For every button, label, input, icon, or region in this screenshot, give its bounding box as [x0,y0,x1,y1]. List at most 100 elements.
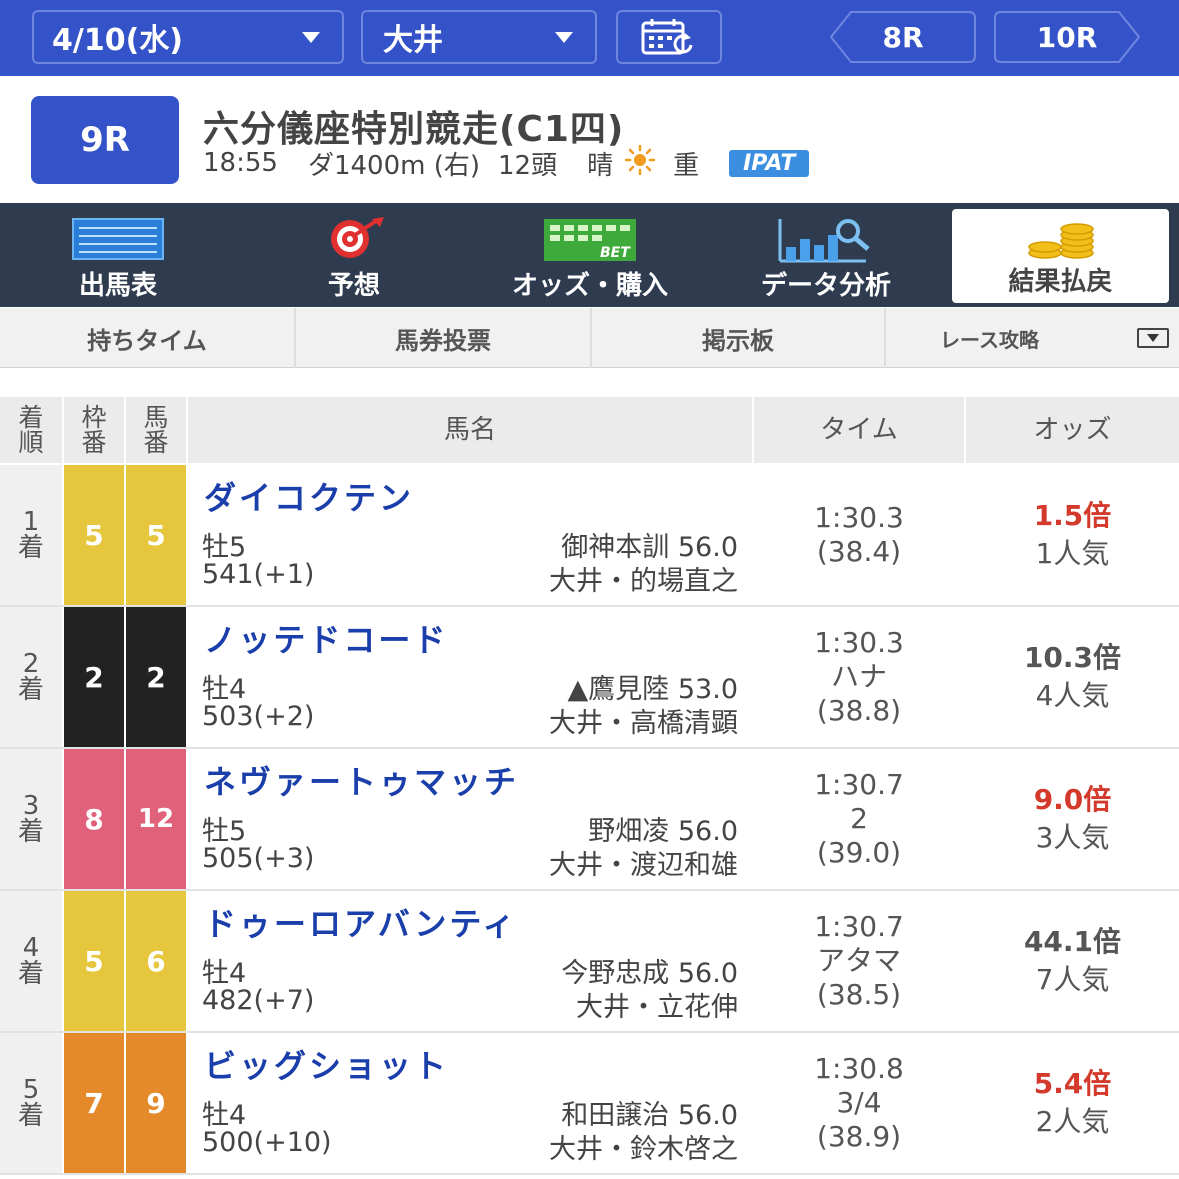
venue-value: 大井 [383,23,443,58]
rank-suffix: 着 [17,817,44,847]
header-uma-1: 馬 [143,403,169,432]
odds-cell: 5.4倍 2人気 [966,1033,1179,1173]
trainer: 大井・鈴木啓之 [549,1134,738,1165]
horse-cell: ドゥーロアバンティ 牡4 482(+7) 今野忠成 56.0 大井・立花伸 [188,891,752,1031]
finish-time: 1:30.7 [814,768,904,801]
finish-time: 1:30.7 [814,910,904,943]
target-icon [331,217,384,258]
time-cell: 1:30.3 ハナ (38.8) [754,607,964,747]
next-race-button[interactable]: 10R [993,10,1141,64]
time-cell: 1:30.3 (38.4) [754,465,964,605]
date-value: 4/10(水) [52,23,184,58]
svg-text:BET: BET [600,245,631,261]
nav-entry-table[interactable]: 出馬表 [0,203,236,307]
calendar-button[interactable] [616,10,722,64]
header-rank-2: 順 [18,428,44,457]
header-waku: 枠番 [64,397,124,463]
table-header: 着順 枠番 馬番 馬名 タイム オッズ [0,397,1179,463]
horse-cell: ノッテドコード 牡4 503(+2) ▲鷹見陸 53.0 大井・高橋清顕 [188,607,752,747]
last-3f: (38.8) [816,694,902,727]
sub-tabs: 持ちタイム 馬券投票 掲示板 レース攻略 [0,308,1179,368]
nav-label: 予想 [327,271,380,301]
popularity: 1人気 [1035,537,1110,570]
horse-name-link[interactable]: ドゥーロアバンティ [204,899,517,945]
tab-race-strategy[interactable]: レース攻略 [886,308,1179,368]
horse-name-link[interactable]: ネヴァートゥマッチ [204,757,519,803]
horse-number: 9 [126,1033,186,1173]
margin: アタマ [816,944,901,977]
table-row[interactable]: 2 着 2 2 ノッテドコード 牡4 503(+2) ▲鷹見陸 53.0 大井・… [0,607,1179,747]
horse-number: 12 [126,749,186,889]
venue-select[interactable]: 大井 [361,10,597,64]
win-odds: 44.1倍 [1023,925,1122,958]
rank-suffix: 着 [17,1101,44,1131]
rank-number: 1 [22,507,40,537]
rank-cell: 1 着 [0,465,62,605]
popularity: 4人気 [1035,679,1110,712]
prev-race-label: 8R [882,20,924,54]
horse-number: 2 [126,607,186,747]
table-row[interactable]: 5 着 7 9 ビッグショット 牡4 500(+10) 和田譲治 56.0 大井… [0,1033,1179,1173]
horse-name-link[interactable]: ノッテドコード [204,615,448,661]
header-waku-1: 枠 [81,403,107,432]
waku-number: 2 [64,607,124,747]
rank-number: 5 [22,1075,40,1105]
header-waku-2: 番 [81,428,107,457]
waku-number: 8 [64,749,124,889]
header-rank: 着順 [0,397,62,463]
tab-bulletin-board[interactable]: 掲示板 [592,308,886,368]
time-cell: 1:30.7 アタマ (38.5) [754,891,964,1031]
time-cell: 1:30.8 3/4 (38.9) [754,1033,964,1173]
ipat-badge[interactable]: IPAT [729,149,810,177]
body-weight: 503(+2) [202,701,315,732]
horse-name-link[interactable]: ビッグショット [204,1041,449,1087]
header-uma: 馬番 [126,397,186,463]
tab-best-time[interactable]: 持ちタイム [0,308,296,368]
next-race-label: 10R [1036,20,1098,54]
last-3f: (39.0) [816,836,902,869]
analytics-icon [778,219,870,263]
horse-name-link[interactable]: ダイコクテン [204,473,414,519]
margin: 2 [850,802,868,835]
body-weight: 500(+10) [202,1127,332,1158]
top-bar: 4/10(水) 大井 8R 10R [0,0,1179,76]
date-select[interactable]: 4/10(水) [32,10,344,64]
odds-cell: 44.1倍 7人気 [966,891,1179,1031]
header-uma-2: 番 [143,428,169,457]
nav-data-analysis[interactable]: データ分析 [708,203,944,307]
race-number-badge: 9R [31,96,179,184]
rank-cell: 2 着 [0,607,62,747]
chevron-down-icon [302,32,320,43]
prev-race-button[interactable]: 8R [829,10,977,64]
table-row[interactable]: 3 着 8 12 ネヴァートゥマッチ 牡5 505(+3) 野畑凌 56.0 大… [0,749,1179,889]
nav-odds-purchase[interactable]: BET オッズ・購入 [472,203,708,307]
header-horse-name: 馬名 [188,397,752,463]
trainer: 大井・高橋清顕 [549,708,738,739]
time-cell: 1:30.7 2 (39.0) [754,749,964,889]
main-nav: 出馬表 予想 BET オッズ・購入 データ分析 結果払戻 [0,203,1179,307]
table-row[interactable]: 1 着 5 5 ダイコクテン 牡5 541(+1) 御神本訓 56.0 大井・的… [0,465,1179,605]
finish-time: 1:30.8 [814,1052,904,1085]
popularity: 7人気 [1035,963,1110,996]
win-odds: 10.3倍 [1023,641,1122,674]
nav-results-payout[interactable]: 結果払戻 [952,209,1169,303]
rank-suffix: 着 [17,959,44,989]
odds-cell: 10.3倍 4人気 [966,607,1179,747]
trainer: 大井・渡辺和雄 [549,850,738,881]
body-weight: 505(+3) [202,843,315,874]
dropdown-icon[interactable] [1137,328,1169,348]
margin: 3/4 [836,1086,882,1119]
table-row[interactable]: 4 着 5 6 ドゥーロアバンティ 牡4 482(+7) 今野忠成 56.0 大… [0,891,1179,1031]
header-odds: オッズ [966,397,1179,463]
start-time: 18:55 [203,148,278,178]
odds-cell: 1.5倍 1人気 [966,465,1179,605]
waku-number: 5 [64,891,124,1031]
rank-number: 3 [22,791,40,821]
track-condition: 重 [673,150,700,181]
nav-prediction[interactable]: 予想 [236,203,472,307]
last-3f: (38.4) [816,535,902,568]
sun-icon [624,144,656,182]
tab-ticket-vote[interactable]: 馬券投票 [296,308,592,368]
rank-cell: 4 着 [0,891,62,1031]
rank-cell: 3 着 [0,749,62,889]
